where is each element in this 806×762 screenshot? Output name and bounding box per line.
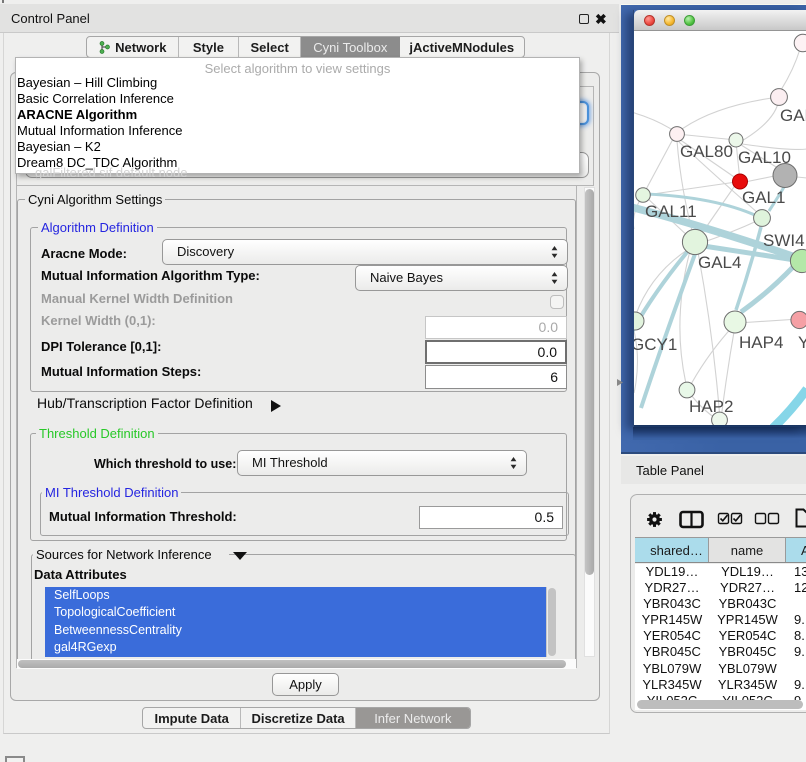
- svg-text:GAL4: GAL4: [698, 253, 741, 272]
- svg-text:GAL80: GAL80: [680, 142, 733, 161]
- svg-text:HAP2: HAP2: [689, 397, 733, 416]
- svg-text:SWI4: SWI4: [763, 231, 805, 250]
- svg-text:GCY1: GCY1: [634, 335, 677, 354]
- svg-text:GAL10: GAL10: [738, 148, 791, 167]
- svg-text:HAP4: HAP4: [739, 333, 783, 352]
- svg-text:GAL11: GAL11: [645, 202, 697, 221]
- svg-text:Y: Y: [798, 333, 806, 352]
- svg-text:GAL7: GAL7: [780, 106, 806, 125]
- svg-text:GAL1: GAL1: [742, 188, 785, 207]
